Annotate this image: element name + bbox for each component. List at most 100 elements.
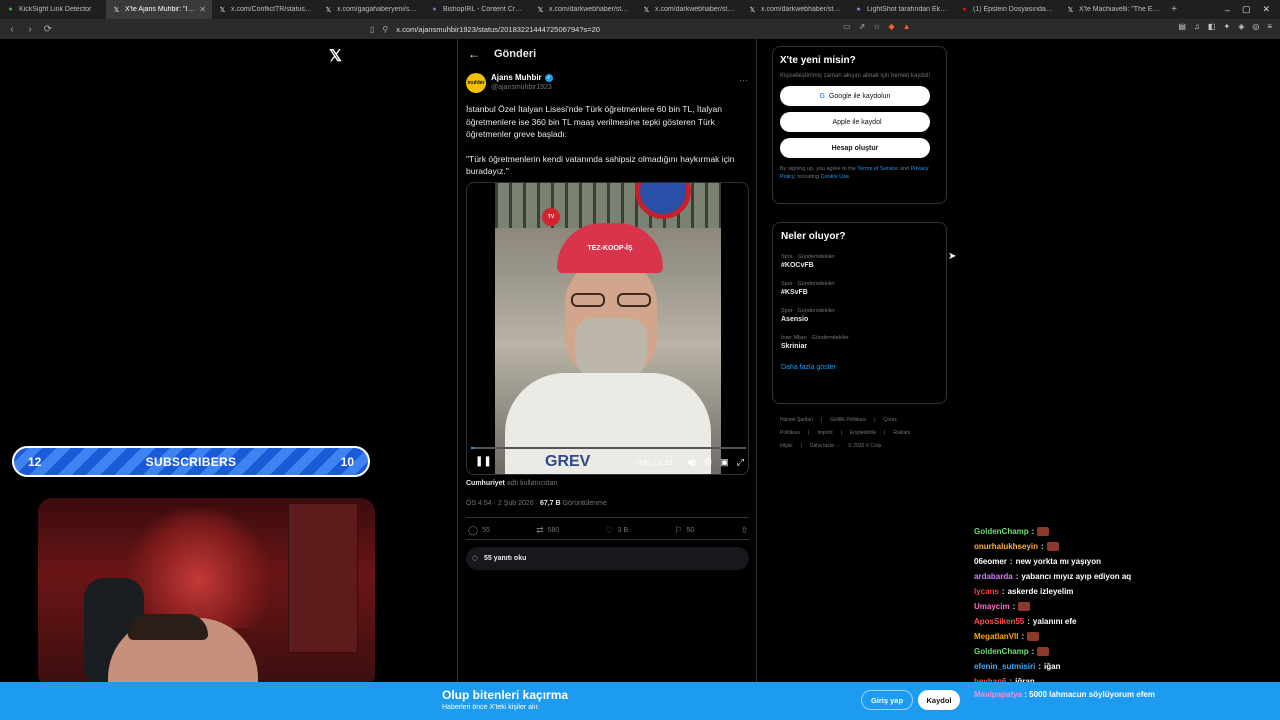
browser-tab[interactable]: 𝕏x.com/gagahaberyeni/status/2 (318, 0, 424, 19)
signup-title: X'te yeni misin? (780, 55, 856, 66)
source-suffix: adlı kullanıcıdan (506, 480, 558, 487)
footer-link[interactable]: © 2026 X Corp. (848, 443, 883, 449)
chat-username: onurhalukhseyin (974, 542, 1039, 551)
pause-icon[interactable]: ❚❚ (475, 456, 492, 467)
menu-icon[interactable]: ≡ (1267, 22, 1272, 31)
new-tab-icon[interactable]: + (1166, 4, 1182, 15)
like-button[interactable]: ♡ 3 B (606, 525, 629, 536)
bookmark-button[interactable]: ⚐ 50 (674, 525, 694, 536)
chat-colon: : (1031, 647, 1035, 656)
share-button[interactable]: ⇧ (740, 525, 748, 536)
close-window-icon[interactable]: ✕ (1262, 4, 1270, 15)
fullscreen-icon[interactable]: ⤢ (737, 457, 744, 468)
google-signup-button[interactable]: G Google ile kaydolun (780, 86, 930, 106)
back-arrow-icon[interactable]: ‹ (6, 24, 18, 35)
browser-tab[interactable]: 𝕏x.com/darkwebhaber/status/2 (530, 0, 636, 19)
browser-tab[interactable]: ● LightShot tarafından Ekran Gö (848, 0, 954, 19)
signup-legal: By signing up, you agree to the Terms of… (780, 166, 939, 181)
settings-icon[interactable]: ⚙ (704, 457, 712, 468)
post-author[interactable]: muhbir Ajans Muhbir ✓ @ajansmuhbir1923 (466, 73, 553, 93)
brave-shield-icon[interactable]: ◆ (888, 22, 894, 31)
trend-item[interactable]: Inter Milan · Gündemdekiler Skriniar (781, 335, 938, 350)
forward-arrow-icon[interactable]: › (24, 24, 36, 35)
trend-topic: #KOCvFB (781, 262, 814, 269)
signup-button[interactable]: Kaydol (918, 690, 960, 710)
footer-link[interactable]: Daha fazla ··· (810, 443, 840, 449)
maximize-icon[interactable]: ▢ (1242, 4, 1251, 15)
install-icon[interactable]: ▭ (843, 22, 851, 31)
close-tab-icon[interactable]: ✕ (199, 5, 206, 14)
chat-message: yalanını efe (1032, 617, 1077, 626)
webcam-feed (38, 498, 375, 688)
url-field[interactable]: ▯ ⚲ x.com/ajansmuhbir1923/status/2018322… (370, 22, 600, 36)
mouse-cursor-icon: ➤ (948, 251, 957, 262)
subs-right-count: 10 (340, 454, 354, 469)
star-icon[interactable]: ☆ (873, 22, 880, 31)
like-count: 3 B (617, 527, 629, 534)
more-options-icon[interactable]: ··· (739, 75, 748, 85)
browser-tab[interactable]: 𝕏x.com/darkwebhaber/status/20 (742, 0, 848, 19)
heart-icon: ♡ (605, 525, 614, 535)
browser-tab[interactable]: ● BishopIRL - Content Creator & (424, 0, 530, 19)
author-handle[interactable]: @ajansmuhbir1923 (491, 84, 553, 91)
tab-favicon-icon: 𝕏 (1067, 6, 1074, 14)
show-more-link[interactable]: Daha fazla göster (781, 364, 938, 371)
browser-tab[interactable]: 𝕏x.com/darkwebhaber/status/20 (636, 0, 742, 19)
footer-link[interactable]: Erişilebilirlik (850, 430, 876, 436)
tab-label: KickSight Link Detector (19, 6, 92, 13)
footer-link[interactable]: Imprint (817, 430, 832, 436)
minimize-icon[interactable]: – (1225, 5, 1230, 15)
panel-icon[interactable]: ◧ (1208, 22, 1216, 31)
apple-signup-label: Apple ile kaydol (832, 118, 882, 126)
trend-item[interactable]: Spor · Gündemdekiler #KOCvFB (781, 254, 938, 269)
site-info-icon[interactable]: ⚲ (382, 25, 388, 34)
signup-subtitle: Kişiselleştirilmiş zaman akışını almak i… (780, 73, 931, 79)
trend-item[interactable]: Spor · Gündemdekiler #KSvFB (781, 281, 938, 296)
author-avatar[interactable]: muhbir (466, 73, 486, 93)
post-column: ← Gönderi muhbir Ajans Muhbir ✓ @ajansmu… (457, 39, 956, 720)
browser-tab[interactable]: 𝕏 X'te Ajans Muhbir: "İstanbul ✕ (106, 0, 212, 19)
repost-count: 580 (547, 527, 560, 534)
author-name[interactable]: Ajans Muhbir (491, 73, 542, 82)
x-logo[interactable]: 𝕏 (329, 46, 342, 66)
chat-line: efenin_sutmisiri: iğan (974, 659, 1274, 674)
video-frame[interactable]: TEZ-KOOP-İŞ GREV TV (495, 183, 721, 474)
browser-tab[interactable]: 𝕏 X'te Machiavelli: "The Epstein (1060, 0, 1166, 19)
video-player[interactable]: TEZ-KOOP-İŞ GREV TV ❚❚ 0:01 / 1:23 ◀) ⚙ … (466, 182, 749, 475)
read-replies-button[interactable]: ◌ 55 yanıtı oku (466, 547, 749, 570)
music-icon[interactable]: ♫ (1194, 22, 1200, 31)
share-icon[interactable]: ⇗ (859, 22, 866, 31)
volume-icon[interactable]: ◀) (686, 457, 696, 468)
post-timestamp[interactable]: ÖS 4:54 · 2 Şub 2026 · (466, 500, 538, 507)
wallet-icon[interactable]: ◈ (1238, 22, 1244, 31)
extensions-icon[interactable]: ✦ (1223, 22, 1230, 31)
footer-link[interactable]: Hizmet Şartları (780, 417, 813, 423)
rewards-icon[interactable]: ▲ (903, 22, 911, 31)
login-button[interactable]: Giriş yap (861, 690, 913, 710)
browser-tab[interactable]: ● KickSight Link Detector (0, 0, 106, 19)
reply-button[interactable]: ◯ 55 (468, 525, 490, 536)
repost-button[interactable]: ⇄ 580 (536, 525, 559, 536)
webcam-hair (128, 614, 208, 640)
terms-link[interactable]: Terms of Service (857, 166, 898, 172)
bookmark-icon[interactable]: ▯ (370, 25, 374, 34)
pip-icon[interactable]: ▣ (720, 457, 729, 468)
reload-icon[interactable]: ⟳ (42, 24, 54, 35)
create-account-button[interactable]: Hesap oluştur (780, 138, 930, 158)
video-progress-bar[interactable] (471, 447, 746, 449)
chat-username: AposSiken55 (974, 617, 1025, 626)
chat-line: AposSiken55: yalanını efe (974, 614, 1274, 629)
cookie-link[interactable]: Cookie Use. (821, 174, 851, 180)
vpn-icon[interactable]: ◎ (1252, 22, 1259, 31)
back-icon[interactable]: ← (468, 47, 480, 61)
chat-username: ardabarda (974, 572, 1013, 581)
trend-topic: #KSvFB (781, 289, 808, 296)
footer-link[interactable]: Gizlilik Politikası (830, 417, 866, 423)
trend-item[interactable]: Spor · Gündemdekiler Asensio (781, 308, 938, 323)
sidebar-icon[interactable]: ▤ (1178, 22, 1186, 31)
footer-separator: | (840, 430, 842, 436)
source-name[interactable]: Cumhuriyet (466, 480, 505, 487)
apple-signup-button[interactable]: Apple ile kaydol (780, 112, 930, 132)
browser-tab[interactable]: 𝕏x.com/ConflictTR/status/2018 (212, 0, 318, 19)
browser-tab[interactable]: ● (1) Epstein Dosyasında Karanlı (954, 0, 1060, 19)
